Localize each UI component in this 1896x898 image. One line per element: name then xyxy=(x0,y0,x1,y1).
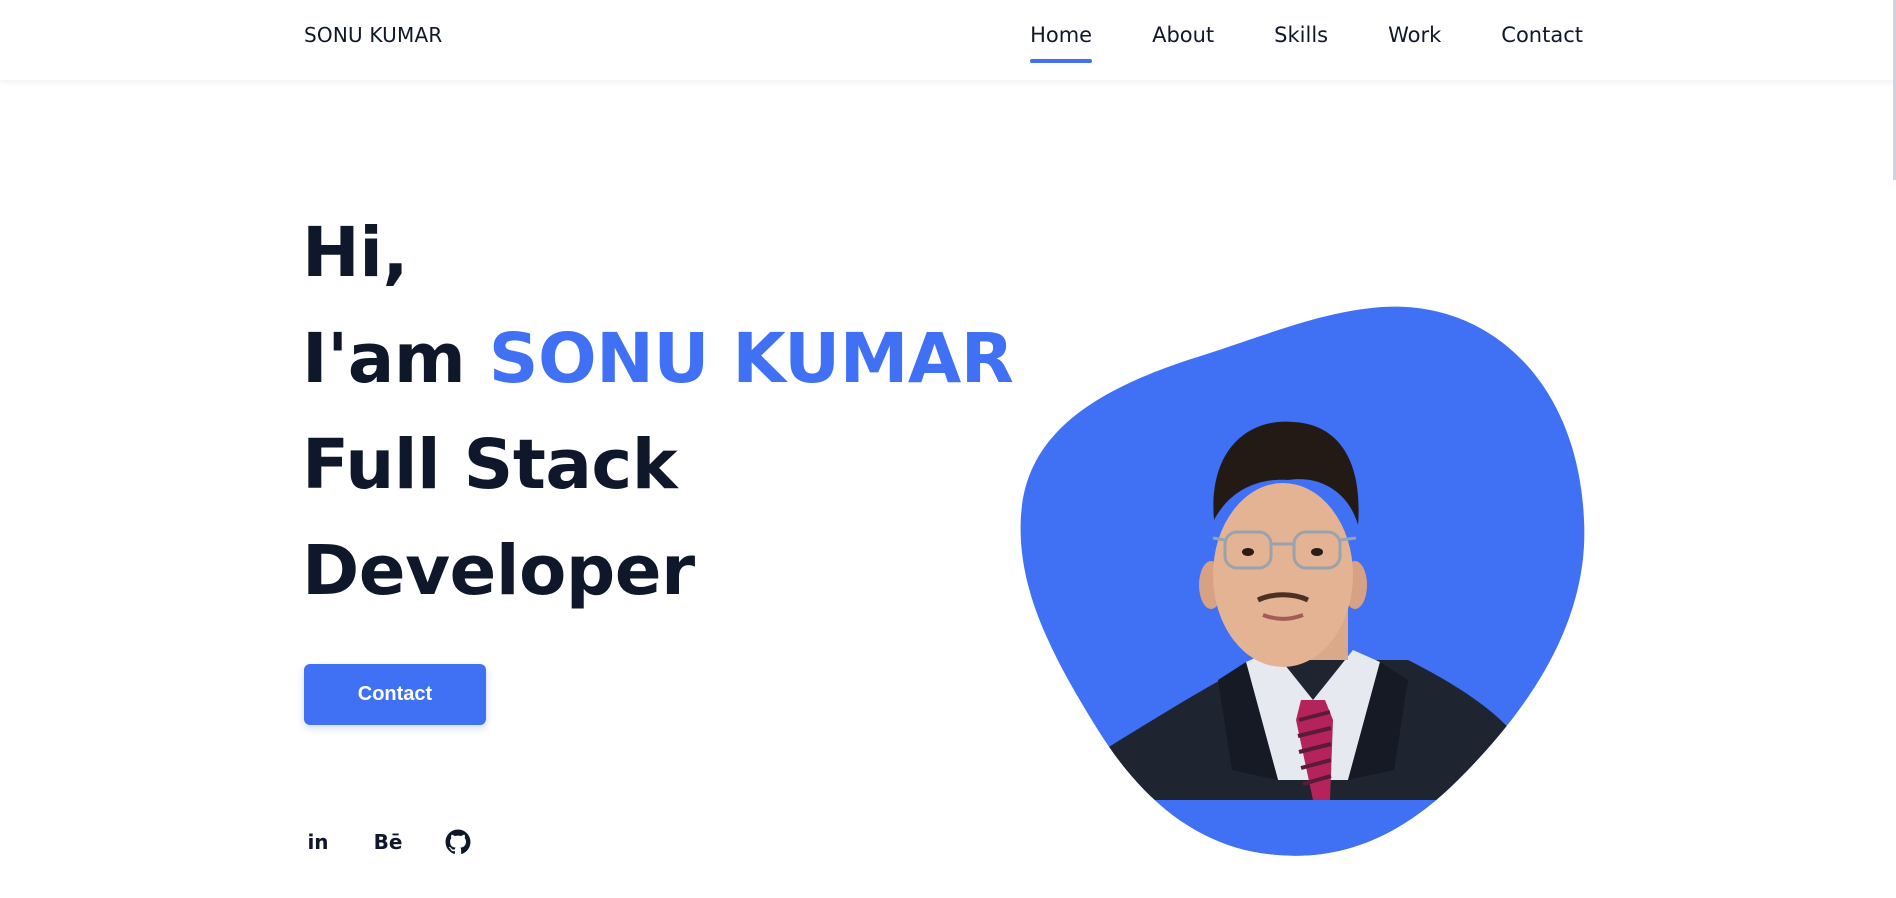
linkedin-icon[interactable]: in xyxy=(304,828,332,856)
hero-role-line1: Full Stack xyxy=(302,425,678,505)
hero-greeting: Hi, xyxy=(302,213,409,293)
linkedin-label: in xyxy=(307,830,329,854)
behance-icon[interactable]: Bē xyxy=(373,828,403,856)
nav-work[interactable]: Work xyxy=(1388,21,1441,49)
nav-skills[interactable]: Skills xyxy=(1274,21,1328,49)
hero-text: Hi, I'am SONU KUMAR Full Stack Developer xyxy=(302,200,1014,624)
github-icon[interactable] xyxy=(444,828,472,856)
hero-intro-prefix: I'am xyxy=(302,319,489,399)
github-glyph xyxy=(445,829,471,854)
contact-button[interactable]: Contact xyxy=(304,664,486,725)
logo[interactable]: SONU KUMAR xyxy=(304,23,442,47)
hero-intro: I'am SONU KUMAR xyxy=(302,306,1014,412)
hero-name: SONU KUMAR xyxy=(488,319,1014,399)
hero-role-line2: Developer xyxy=(302,531,695,611)
nav-about[interactable]: About xyxy=(1152,21,1214,49)
site-header: SONU KUMAR Home About Skills Work Contac… xyxy=(0,0,1896,80)
nav-contact[interactable]: Contact xyxy=(1501,21,1583,49)
nav-home[interactable]: Home xyxy=(1030,21,1093,63)
main-nav: Home About Skills Work Contact xyxy=(970,21,1583,63)
social-links: in Bē xyxy=(304,828,514,856)
behance-label: Bē xyxy=(373,830,403,854)
portrait-blob xyxy=(1020,306,1585,856)
